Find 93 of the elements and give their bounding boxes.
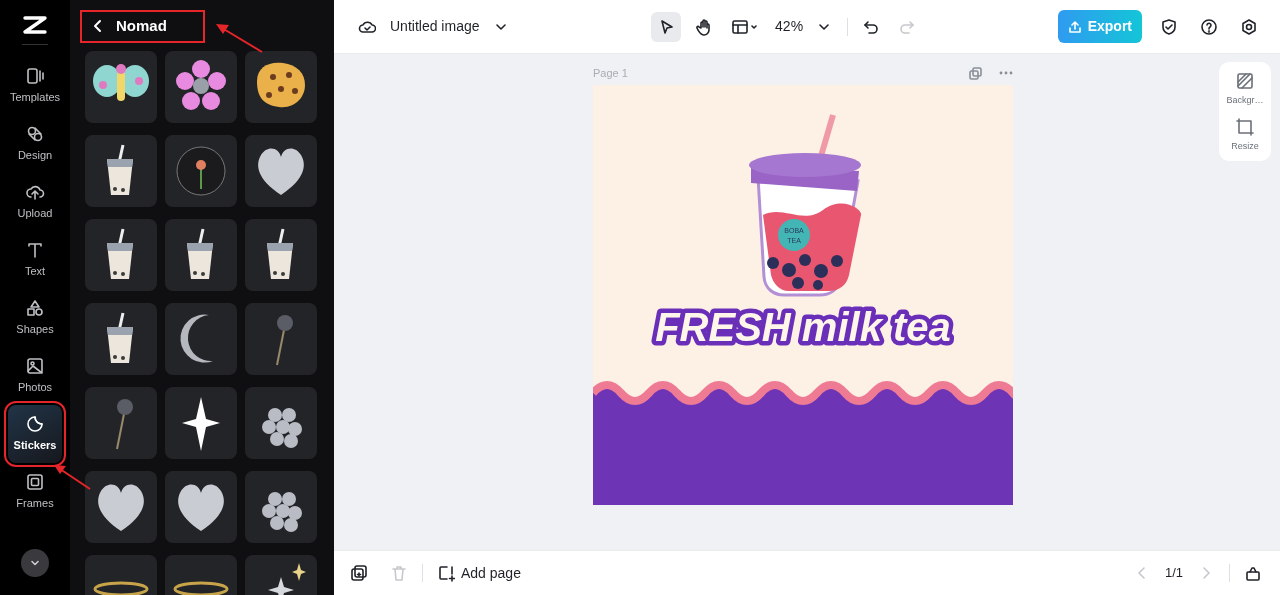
add-page-button[interactable]: Add page [433, 558, 525, 588]
shapes-icon [27, 300, 43, 317]
chevron-left-icon [94, 20, 101, 33]
sidebar-item[interactable]: Text [8, 231, 62, 289]
page-counter: 1/1 [1164, 564, 1183, 583]
upload-cloud-icon [26, 186, 45, 201]
chevron-left-icon [1138, 567, 1145, 579]
sidebar-item[interactable]: Design [8, 115, 62, 173]
layout-icon [732, 19, 757, 34]
sidebar-item[interactable]: Upload [8, 173, 62, 231]
photo-icon [27, 358, 43, 375]
cookie-drawing [257, 62, 305, 107]
glass-globe-drawing [176, 146, 226, 195]
page-label: Page 1 [593, 65, 628, 81]
sticker-tile[interactable] [85, 218, 157, 291]
sticker-tile[interactable] [165, 386, 237, 459]
select-tool[interactable] [651, 11, 682, 42]
cup-drawing [107, 312, 133, 363]
sticker-tile[interactable] [85, 302, 157, 375]
sticker-tile[interactable] [165, 218, 237, 291]
heart-drawing [258, 147, 304, 195]
undo-icon [864, 20, 878, 34]
bubble-cluster-drawing [262, 491, 302, 532]
duplicate-icon [969, 66, 982, 80]
cup-drawing [187, 228, 213, 279]
sticker-tile[interactable] [245, 470, 317, 543]
sticker-tile[interactable] [165, 470, 237, 543]
settings-icon [1242, 18, 1256, 35]
templates-icon [27, 68, 44, 85]
trash-icon [392, 566, 406, 581]
sticker-tile[interactable] [165, 134, 237, 207]
duplicate-icon [351, 565, 367, 581]
panel-title: Nomad [116, 16, 167, 36]
help-icon [1201, 18, 1217, 35]
back-button[interactable] [92, 19, 104, 34]
ring-drawing [173, 581, 229, 595]
cursor-icon [661, 19, 673, 34]
sticker-tile[interactable] [245, 386, 317, 459]
side-tool-button[interactable]: Resize [1231, 117, 1259, 153]
document-title: Untitled image [390, 17, 480, 36]
logo-icon [23, 16, 47, 34]
flower-drawing [176, 59, 226, 110]
sticker-tile[interactable] [165, 50, 237, 123]
resize-icon [1236, 117, 1254, 136]
chevron-down-icon [31, 560, 39, 566]
sticker-tile[interactable] [85, 50, 157, 123]
cup-drawing [267, 228, 293, 279]
annotation-arrow [216, 24, 263, 53]
chevron-down-icon [819, 23, 829, 30]
more-icon [999, 71, 1013, 75]
four-point-star-drawing [182, 396, 220, 451]
add-page-icon [439, 566, 455, 582]
annotation-arrow [54, 465, 91, 490]
sparkle-drawing [268, 562, 306, 595]
sidebar-item[interactable]: Photos [8, 347, 62, 405]
cup-drawing [107, 144, 133, 195]
sidebar-item[interactable]: Frames [8, 463, 62, 521]
bubble-cluster-drawing [262, 407, 302, 448]
frame-icon [27, 474, 43, 491]
sticker-tile[interactable] [165, 302, 237, 375]
sidebar-item[interactable]: Templates [8, 57, 62, 115]
sticker-tile[interactable] [245, 134, 317, 207]
tray-icon [1246, 567, 1260, 581]
expand-button[interactable] [21, 549, 49, 577]
heart-drawing [98, 483, 144, 531]
chevron-down-icon [495, 23, 506, 30]
share-icon [1068, 20, 1081, 33]
sticker-tile[interactable] [245, 50, 317, 123]
sticker-tile[interactable] [245, 218, 317, 291]
text-icon [28, 243, 42, 259]
zoom-level: 42% [775, 17, 804, 36]
heart-drawing [178, 483, 224, 531]
sticker-tile[interactable] [85, 386, 157, 459]
sidebar-item[interactable]: Shapes [8, 289, 62, 347]
crescent-moon-drawing [180, 314, 213, 363]
hatched-square-icon [1237, 73, 1253, 89]
redo-icon [900, 20, 914, 34]
sticker-tile[interactable] [85, 134, 157, 207]
sticker-icon [27, 416, 43, 433]
chevron-right-icon [1203, 567, 1210, 579]
duplicate-page-button[interactable] [968, 65, 983, 81]
shield-check-icon [1162, 18, 1176, 35]
cloud-check-icon [358, 20, 376, 33]
sticker-tile[interactable] [85, 470, 157, 543]
butterfly-drawing [93, 63, 149, 101]
cup-drawing [107, 228, 133, 279]
sticker-tile[interactable] [245, 302, 317, 375]
hand-icon [696, 18, 710, 36]
flower-stem-drawing [276, 314, 293, 366]
side-tool-button[interactable]: Backgr… [1226, 72, 1264, 108]
flower-stem-drawing [116, 398, 133, 450]
design-icon [27, 126, 43, 142]
ring-drawing [93, 581, 149, 595]
